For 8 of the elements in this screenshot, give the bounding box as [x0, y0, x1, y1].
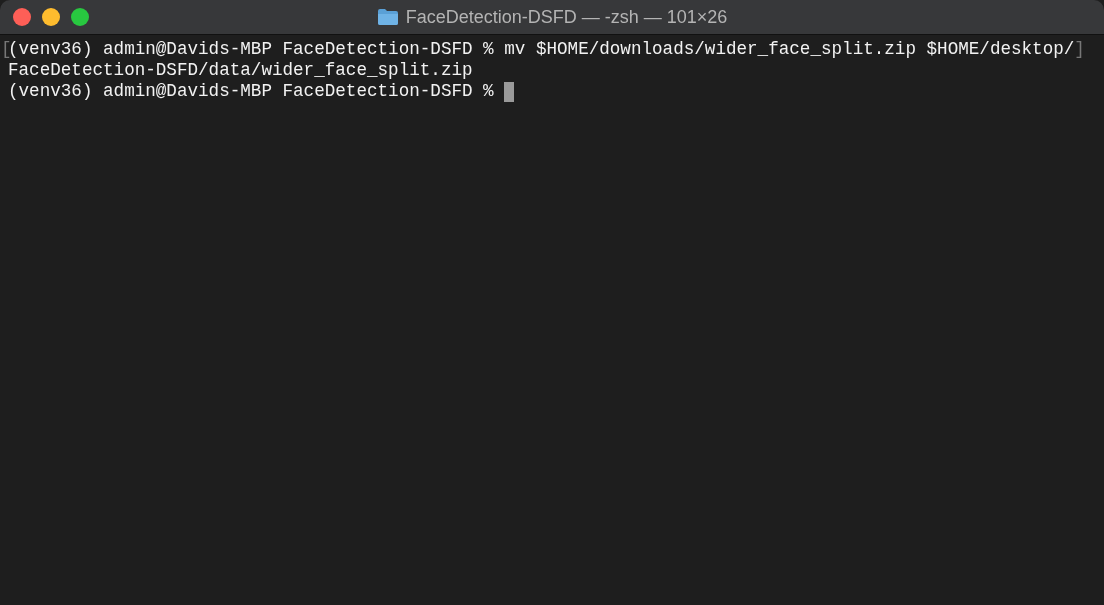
close-button[interactable]	[13, 8, 31, 26]
line-mark: ]	[1074, 39, 1085, 60]
terminal-line: FaceDetection-DSFD/data/wider_face_split.zip	[8, 60, 473, 81]
terminal-line: (venv36) admin@Davids-MBP FaceDetection-DSFD %	[8, 81, 495, 102]
folder-icon	[376, 8, 399, 26]
window-title: FaceDetection-DSFD — -zsh — 101×26	[405, 6, 728, 28]
minimize-button[interactable]	[42, 8, 60, 26]
zoom-button[interactable]	[71, 8, 89, 26]
